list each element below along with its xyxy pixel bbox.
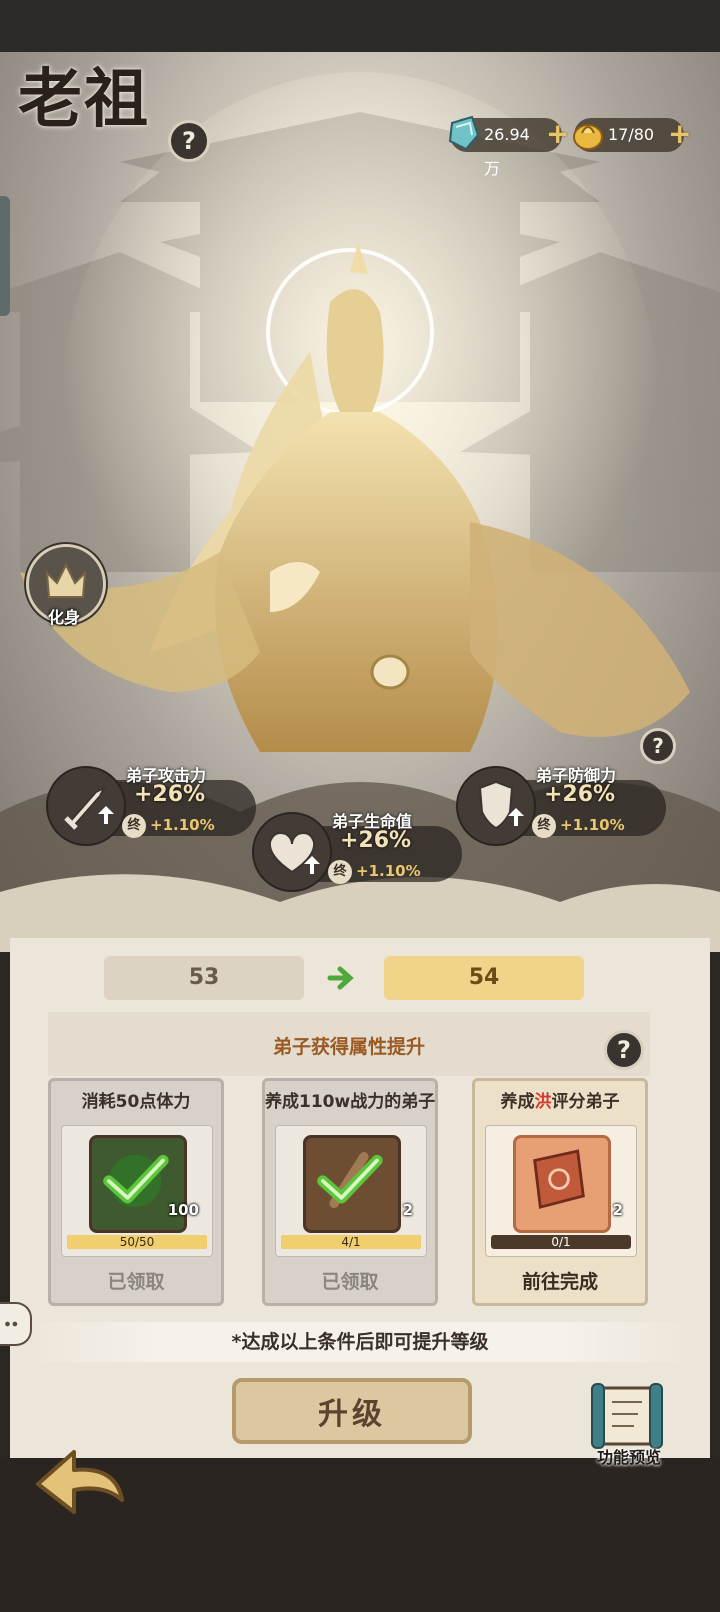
task-card-rating[interactable]: 养成洪评分弟子 2 0/1 前往完成 — [472, 1078, 648, 1306]
task-progress-text: 50/50 — [119, 1235, 155, 1249]
task-card-power: 养成110w战力的弟子 2 4/1 已领取 — [262, 1078, 438, 1306]
task-title: 消耗50点体力 — [81, 1092, 191, 1112]
chat-icon — [5, 1321, 18, 1327]
resource-spirit-stone: 26.94万 + — [448, 115, 569, 178]
task-card-stamina: 消耗50点体力 100 50/50 已领取 — [48, 1078, 224, 1306]
task-progress-text: 4/1 — [341, 1235, 361, 1249]
task-claimed-label: 已领取 — [321, 1271, 379, 1293]
task-progress-text: 0/1 — [551, 1235, 571, 1249]
chat-bubble-button[interactable] — [0, 1302, 32, 1346]
add-gold-button[interactable]: + — [668, 120, 692, 149]
task-item — [513, 1135, 611, 1233]
task-title-highlight: 洪 — [534, 1092, 552, 1112]
sword-icon — [64, 785, 114, 830]
avatar-incarnation-label: 化身 — [47, 608, 80, 627]
stat-defense-increment: +1.10% — [560, 816, 625, 834]
check-icon — [317, 1152, 383, 1209]
task-title: 养成110w战力的弟子 — [265, 1092, 436, 1112]
upgrade-button[interactable]: 升级 — [232, 1378, 472, 1444]
back-arrow-icon[interactable] — [30, 1440, 130, 1526]
stat-defense: 弟子防御力 +26% 终 +1.10% — [456, 762, 666, 852]
gold-ingot-icon — [573, 124, 603, 150]
requirement-note: *达成以上条件后即可提升等级 — [30, 1322, 690, 1362]
stat-attack-value: +26% — [134, 782, 206, 807]
go-complete-button[interactable]: 前往完成 — [475, 1267, 645, 1294]
scroll-ticket-icon — [533, 1149, 585, 1209]
stat-health-badge: 终 — [328, 860, 352, 884]
help-button-title[interactable]: ? — [168, 120, 210, 162]
task-item-count: 2 — [402, 1201, 413, 1219]
resource-gold: 17/80 + — [573, 118, 691, 152]
stat-attack-badge: 终 — [122, 814, 146, 838]
help-button-stats[interactable]: ? — [640, 728, 676, 764]
task-item-count: 2 — [612, 1201, 623, 1219]
task-item-count: 100 — [167, 1201, 199, 1219]
heart-icon — [268, 832, 320, 874]
task-item — [303, 1135, 401, 1233]
stat-attack: 弟子攻击力 +26% 终 +1.10% — [46, 762, 256, 852]
status-bar — [0, 0, 720, 52]
stat-health: 弟子生命值 +26% 终 +1.10% — [252, 808, 462, 898]
stat-health-increment: +1.10% — [356, 862, 421, 880]
page-title: 老祖 — [18, 62, 150, 137]
stat-health-value: +26% — [340, 828, 412, 853]
stat-defense-badge: 终 — [532, 814, 556, 838]
help-button-requirements[interactable]: ? — [604, 1030, 644, 1070]
shield-icon — [478, 780, 524, 830]
stat-attack-increment: +1.10% — [150, 816, 215, 834]
arrow-right-icon — [327, 966, 354, 990]
check-icon — [103, 1154, 169, 1208]
next-level: 54 — [384, 956, 584, 1000]
spirit-stone-icon — [448, 115, 480, 151]
requirements-title: 弟子获得属性提升 — [272, 1036, 425, 1058]
side-drawer-tab[interactable] — [0, 196, 10, 316]
gold-value: 17/80 — [608, 125, 655, 144]
task-claimed-label: 已领取 — [107, 1271, 165, 1293]
stat-defense-value: +26% — [544, 782, 616, 807]
current-level: 53 — [104, 956, 304, 1000]
add-spirit-stone-button[interactable]: + — [546, 120, 570, 149]
task-title: 养成洪评分弟子 — [500, 1092, 620, 1112]
feature-preview-label[interactable]: 功能预览 — [574, 1444, 684, 1468]
